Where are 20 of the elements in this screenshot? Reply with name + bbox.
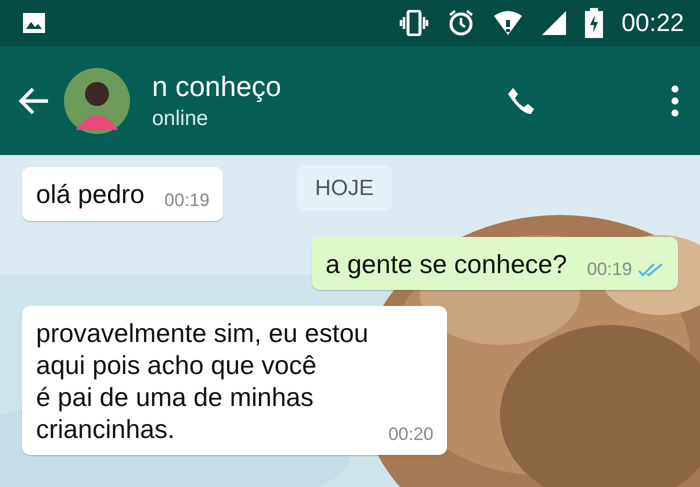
battery-icon	[585, 8, 604, 38]
image-icon	[22, 12, 46, 34]
date-chip: HOJE	[297, 165, 392, 211]
alarm-icon	[447, 9, 476, 37]
message-text: provavelmente sim, eu estou aqui pois acho que você é pai de uma de minhas criancinhas.	[36, 318, 368, 446]
message-time: 00:19	[586, 259, 632, 280]
contact-name: n conheço	[152, 70, 282, 102]
signal-icon	[541, 10, 568, 36]
vibrate-icon	[399, 10, 430, 36]
message-time: 00:19	[164, 190, 210, 211]
message-text: a gente se conhece?	[326, 248, 567, 280]
back-button[interactable]	[18, 86, 50, 116]
phone-icon[interactable]	[506, 86, 536, 116]
wifi-icon	[493, 10, 524, 36]
message-text: olá pedro	[36, 179, 144, 211]
message-time: 00:20	[388, 424, 434, 446]
contact-status: online	[152, 106, 210, 130]
clock-time: 00:22	[621, 8, 684, 38]
avatar[interactable]	[64, 68, 130, 134]
more-menu-icon[interactable]	[670, 84, 680, 116]
